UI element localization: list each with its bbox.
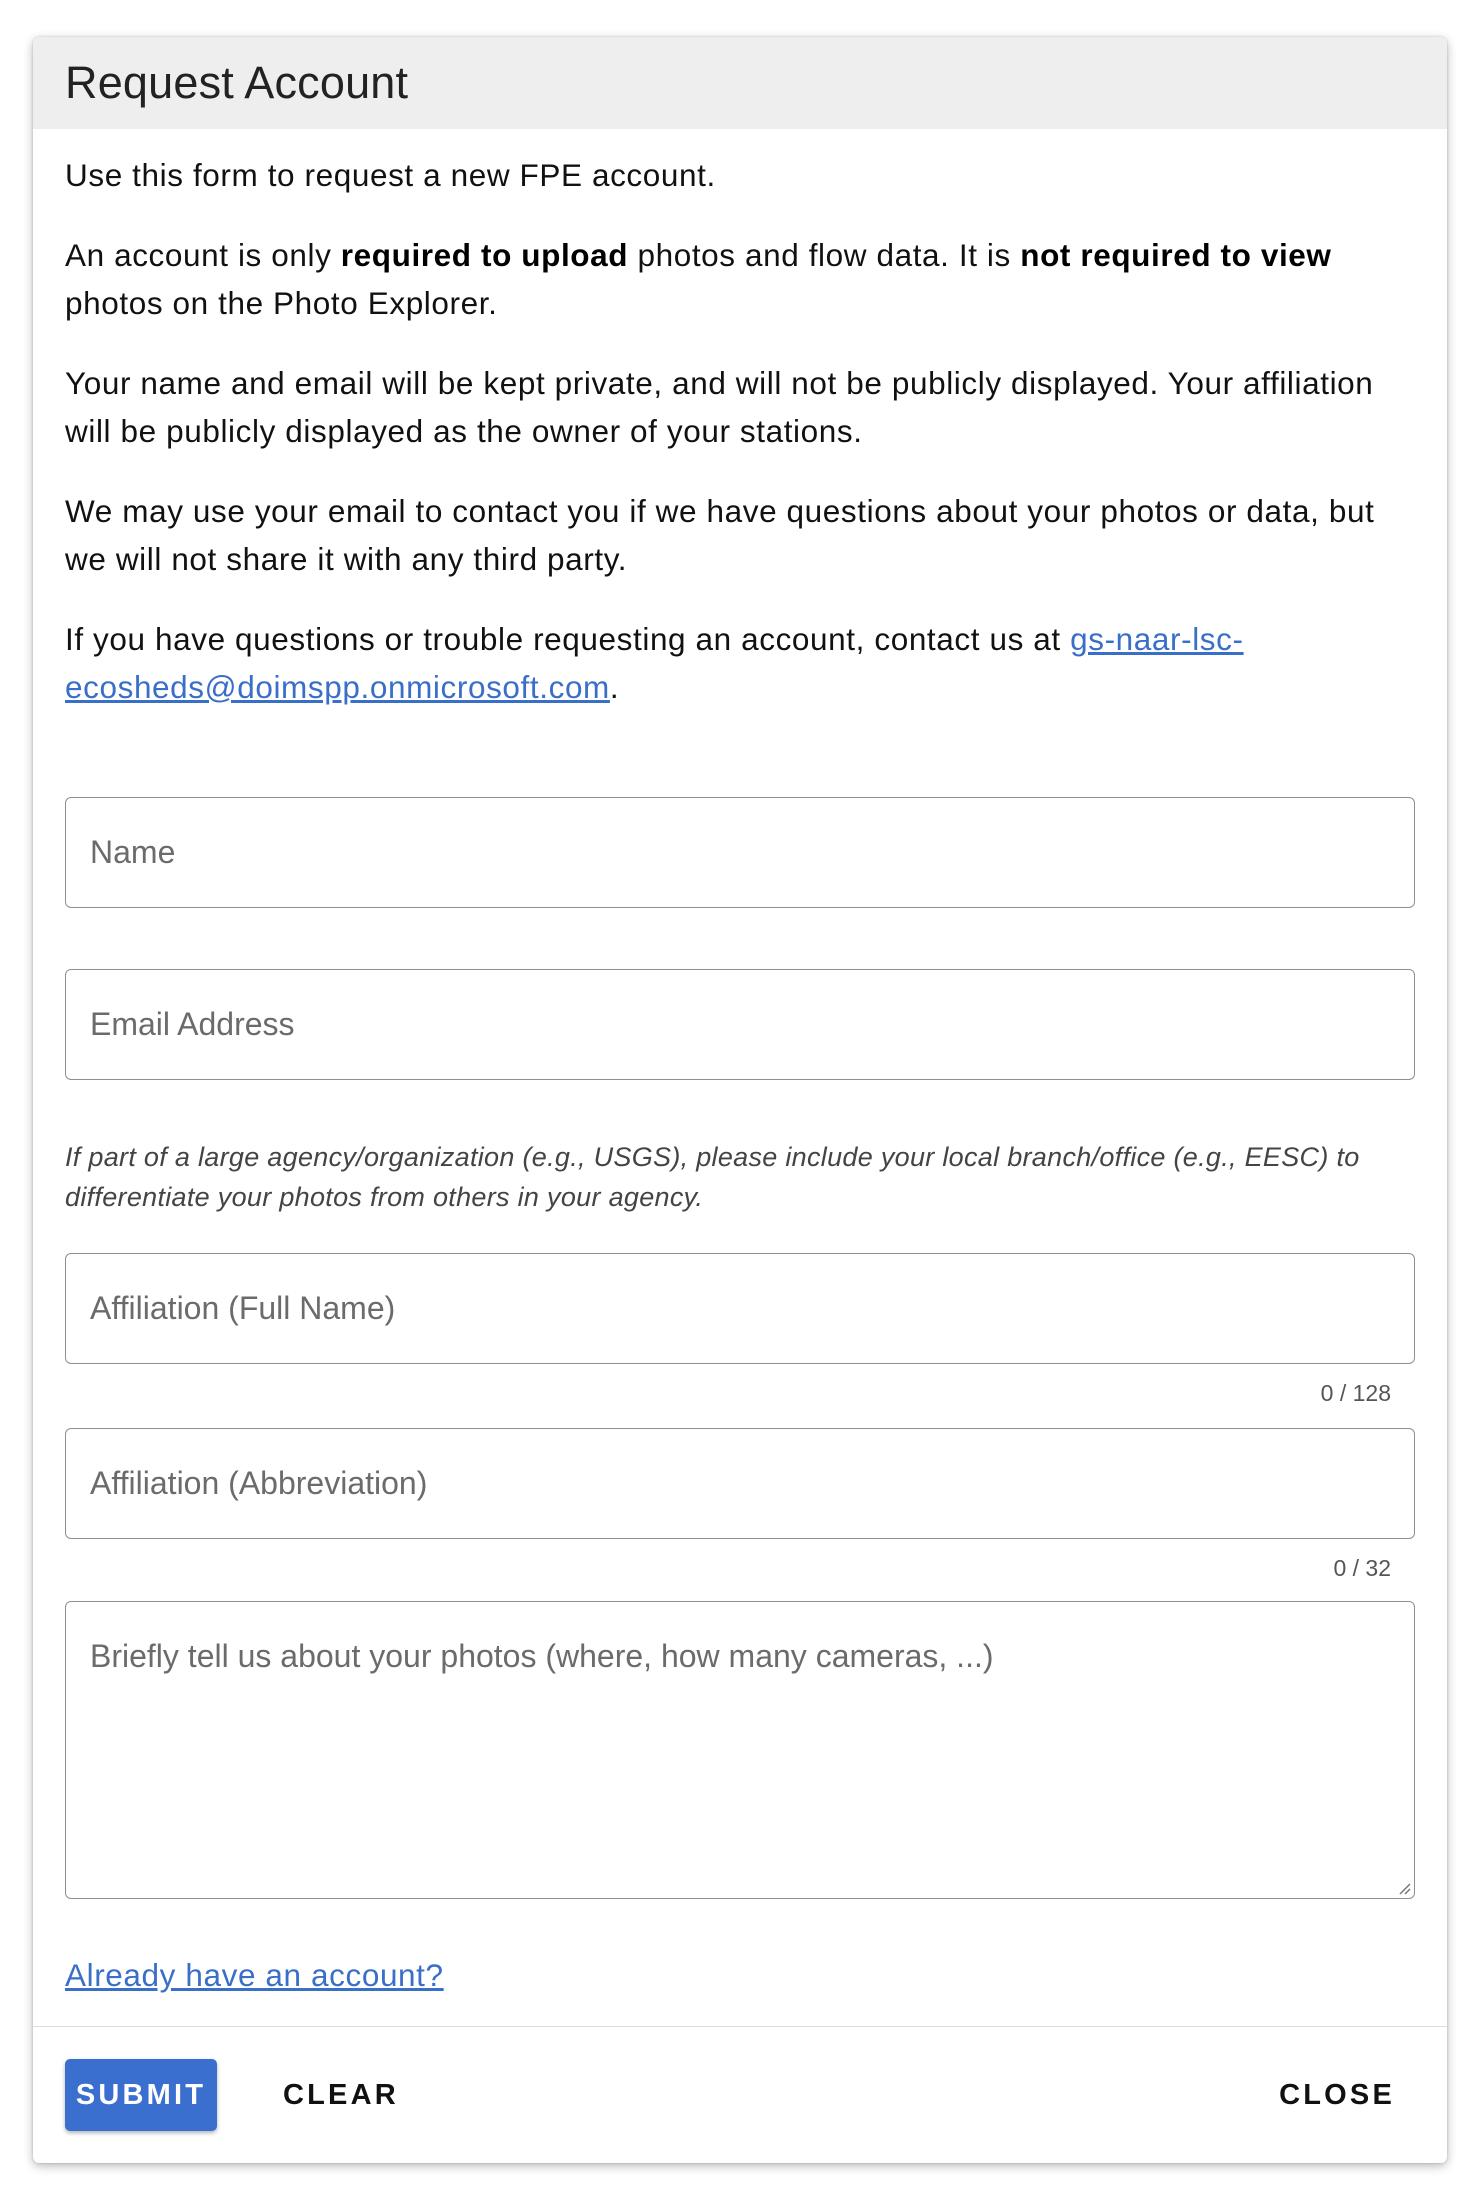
dialog-footer: Submit Clear Close bbox=[33, 2026, 1447, 2163]
intro-paragraph-5: If you have questions or trouble request… bbox=[65, 615, 1415, 711]
description-textarea[interactable] bbox=[66, 1602, 1414, 1898]
dialog-header: Request Account bbox=[33, 37, 1447, 129]
close-button[interactable]: Close bbox=[1259, 2059, 1415, 2131]
dialog-title: Request Account bbox=[65, 57, 409, 108]
intro-paragraph-4: We may use your email to contact you if … bbox=[65, 493, 1375, 577]
p2-bold-view: not required to view bbox=[1020, 237, 1332, 273]
p2-text-1: An account is only bbox=[65, 237, 341, 273]
affiliation-abbr-field bbox=[65, 1428, 1415, 1539]
affiliation-hint: If part of a large agency/organization (… bbox=[65, 1142, 1360, 1212]
name-input[interactable] bbox=[66, 798, 1414, 907]
contact-text: If you have questions or trouble request… bbox=[65, 621, 1071, 657]
affiliation-abbr-input[interactable] bbox=[66, 1429, 1414, 1538]
description-field bbox=[65, 1601, 1415, 1899]
p2-text-3: photos on the Photo Explorer. bbox=[65, 285, 498, 321]
resize-grip-icon[interactable] bbox=[1397, 1881, 1411, 1895]
p2-text-2: photos and flow data. It is bbox=[628, 237, 1021, 273]
already-have-account-link[interactable]: Already have an account? bbox=[65, 1957, 444, 1993]
p2-bold-upload: required to upload bbox=[340, 237, 629, 273]
intro-paragraph-2: An account is only required to upload ph… bbox=[65, 231, 1415, 327]
intro-paragraph-3: Your name and email will be kept private… bbox=[65, 365, 1374, 449]
name-field bbox=[65, 797, 1415, 908]
email-input[interactable] bbox=[66, 970, 1414, 1079]
affiliation-abbr-counter: 0 / 32 bbox=[1333, 1555, 1391, 1581]
submit-button[interactable]: Submit bbox=[65, 2059, 217, 2131]
email-field bbox=[65, 969, 1415, 1080]
clear-button[interactable]: Clear bbox=[265, 2059, 417, 2131]
affiliation-full-input[interactable] bbox=[66, 1254, 1414, 1363]
contact-end: . bbox=[609, 669, 620, 705]
affiliation-full-field bbox=[65, 1253, 1415, 1364]
dialog-body: Use this form to request a new FPE accou… bbox=[33, 129, 1447, 1999]
request-account-dialog: Request Account Use this form to request… bbox=[33, 37, 1447, 2163]
intro-paragraph-1: Use this form to request a new FPE accou… bbox=[65, 157, 716, 193]
affiliation-full-counter: 0 / 128 bbox=[1320, 1380, 1391, 1406]
